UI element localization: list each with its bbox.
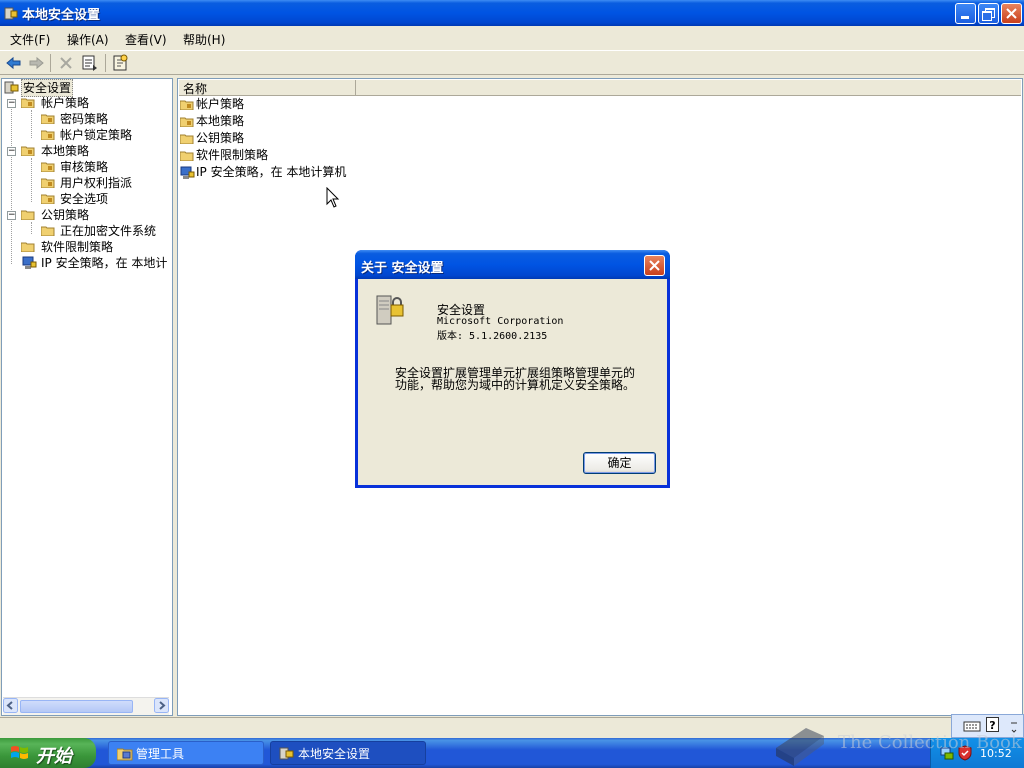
folder-lock-icon [41, 194, 55, 204]
help-icon[interactable] [110, 53, 130, 73]
tree-item-software-restriction[interactable]: 软件限制策略 [41, 239, 113, 255]
forward-arrow-icon[interactable] [26, 53, 46, 73]
toolbar [0, 50, 1024, 75]
folder-lock-icon [21, 146, 35, 156]
list-item[interactable]: 软件限制策略 [196, 147, 268, 164]
list-item[interactable]: IP 安全策略，在 本地计算机 [196, 164, 346, 181]
tree-item-password-policy[interactable]: 密码策略 [60, 111, 108, 127]
tree-item-user-rights[interactable]: 用户权利指派 [60, 175, 132, 191]
menu-help[interactable]: 帮助(H) [183, 31, 225, 48]
tree-item-account-lockout-policy[interactable]: 帐户锁定策略 [60, 127, 132, 143]
ok-button[interactable]: 确定 [583, 452, 656, 474]
ip-security-icon [180, 166, 195, 179]
windows-logo-icon [11, 746, 28, 759]
security-settings-icon [376, 295, 404, 325]
security-settings-icon [279, 747, 294, 760]
minimize-button[interactable] [955, 3, 976, 24]
minimize-icon [961, 16, 969, 19]
keyboard-icon[interactable] [963, 719, 981, 733]
list-item[interactable]: 公钥策略 [196, 130, 244, 147]
mouse-cursor-icon [326, 187, 340, 208]
folder-lock-icon [21, 98, 35, 108]
folder-icon [21, 210, 35, 220]
tree-item-local-policies[interactable]: 本地策略 [41, 143, 89, 159]
menu-file[interactable]: 文件(F) [10, 31, 50, 48]
folder-lock-icon [41, 178, 55, 188]
close-icon [649, 260, 660, 271]
dialog-company: Microsoft Corporation [437, 316, 564, 327]
folder-icon [21, 242, 35, 252]
tree-item-security-options[interactable]: 安全选项 [60, 191, 108, 207]
tree-item-audit-policy[interactable]: 审核策略 [60, 159, 108, 175]
taskbar-item-admin-tools[interactable]: 管理工具 [108, 741, 264, 765]
folder-lock-icon [180, 117, 194, 127]
delete-icon[interactable] [56, 53, 76, 73]
dialog-version: 版本: 5.1.2600.2135 [437, 331, 548, 342]
toolbar-divider [105, 54, 106, 72]
collapse-icon[interactable]: − [7, 99, 16, 108]
help-icon[interactable]: ? [986, 717, 999, 732]
dialog-description-line2: 功能，帮助您为域中的计算机定义安全策略。 [395, 378, 636, 392]
dialog-close-button[interactable] [644, 255, 665, 276]
close-button[interactable] [1001, 3, 1022, 24]
column-header-name[interactable]: 名称 [179, 80, 356, 96]
list-item[interactable]: 帐户策略 [196, 96, 244, 113]
folder-icon [41, 226, 55, 236]
dialog-title: 关于 安全设置 [361, 261, 444, 276]
toolbar-divider [50, 54, 51, 72]
admin-tools-icon [117, 748, 133, 761]
scroll-right-icon[interactable] [154, 698, 169, 713]
collapse-icon[interactable]: − [7, 147, 16, 156]
tree-item-account-policies[interactable]: 帐户策略 [41, 95, 89, 111]
tree-item-ip-security[interactable]: IP 安全策略，在 本地计 [41, 255, 171, 271]
tree-horizontal-scrollbar[interactable] [3, 697, 169, 715]
watermark-text: The Collection Book [838, 732, 1022, 753]
folder-lock-icon [180, 100, 194, 110]
scroll-left-icon[interactable] [3, 698, 18, 713]
tree-item-efs[interactable]: 正在加密文件系统 [60, 223, 156, 239]
security-settings-icon [4, 7, 18, 20]
window-titlebar[interactable] [0, 0, 1024, 26]
book-logo-icon [776, 728, 824, 766]
folder-lock-icon [41, 130, 55, 140]
window-title: 本地安全设置 [22, 8, 101, 23]
ip-security-icon [22, 256, 37, 269]
list-item[interactable]: 本地策略 [196, 113, 244, 130]
security-settings-icon [4, 81, 19, 94]
taskbar-item-local-security-settings[interactable]: 本地安全设置 [270, 741, 426, 765]
restore-button[interactable] [978, 3, 999, 24]
export-list-icon[interactable] [80, 53, 100, 73]
folder-lock-icon [41, 162, 55, 172]
folder-icon [180, 151, 194, 161]
tree-item-public-key-policies[interactable]: 公钥策略 [41, 207, 89, 223]
collapse-icon[interactable]: − [7, 211, 16, 220]
menu-action[interactable]: 操作(A) [67, 31, 109, 48]
folder-icon [180, 134, 194, 144]
start-label: 开始 [36, 746, 72, 767]
menu-view[interactable]: 查看(V) [125, 31, 167, 48]
close-icon [1006, 8, 1017, 19]
column-header-empty[interactable] [356, 80, 1021, 96]
folder-lock-icon [41, 114, 55, 124]
back-arrow-icon[interactable] [4, 53, 24, 73]
scrollbar-thumb[interactable] [20, 700, 133, 713]
